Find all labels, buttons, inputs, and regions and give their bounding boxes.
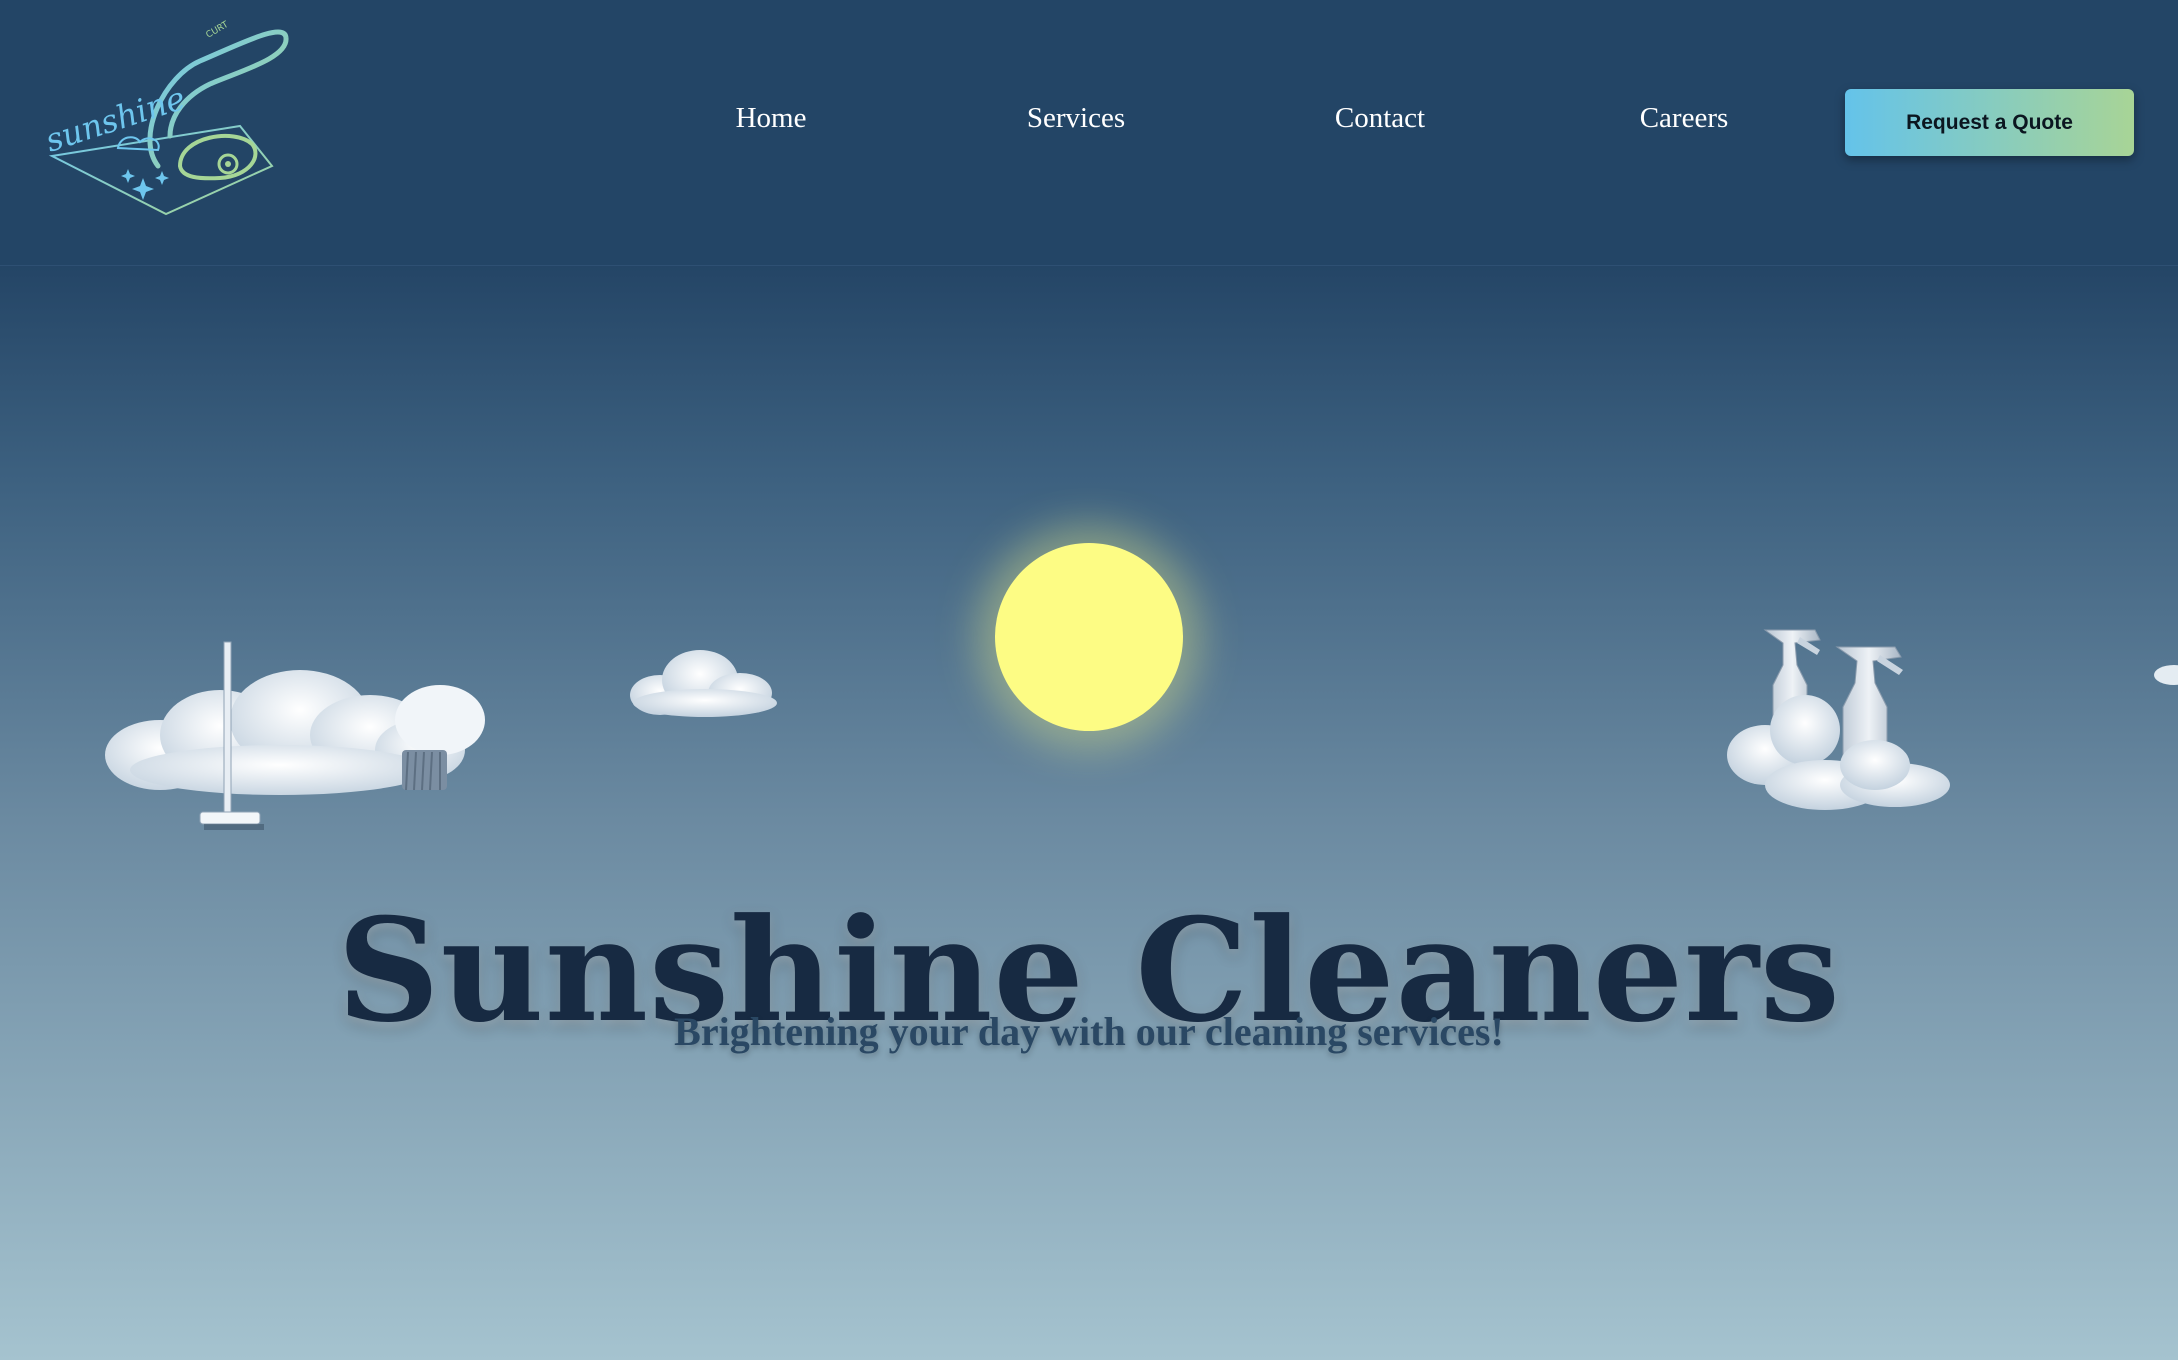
hero-subtitle: Brightening your day with our cleaning s… — [674, 1009, 1504, 1054]
cloud-edge-icon — [2152, 660, 2178, 690]
nav-contact-link[interactable]: Contact — [1290, 102, 1470, 135]
request-quote-button[interactable]: Request a Quote — [1845, 89, 2134, 156]
svg-text:CURT: CURT — [205, 20, 231, 41]
cloud-spray-bottles-icon — [1725, 625, 1985, 825]
vacuum-logo-icon: sunshine CURT — [41, 20, 289, 216]
nav-services-link[interactable]: Services — [986, 102, 1166, 135]
nav-careers-link[interactable]: Careers — [1594, 102, 1774, 135]
nav-home-link[interactable]: Home — [681, 102, 861, 135]
cloud-mop-icon — [100, 640, 520, 840]
sun-icon — [995, 543, 1183, 731]
sunshine-logo[interactable]: sunshine CURT — [40, 16, 300, 226]
site-header: sunshine CURT Home Services Contact Care… — [0, 0, 2178, 266]
cloud-icon — [625, 645, 785, 720]
svg-text:sunshine: sunshine — [41, 79, 190, 160]
